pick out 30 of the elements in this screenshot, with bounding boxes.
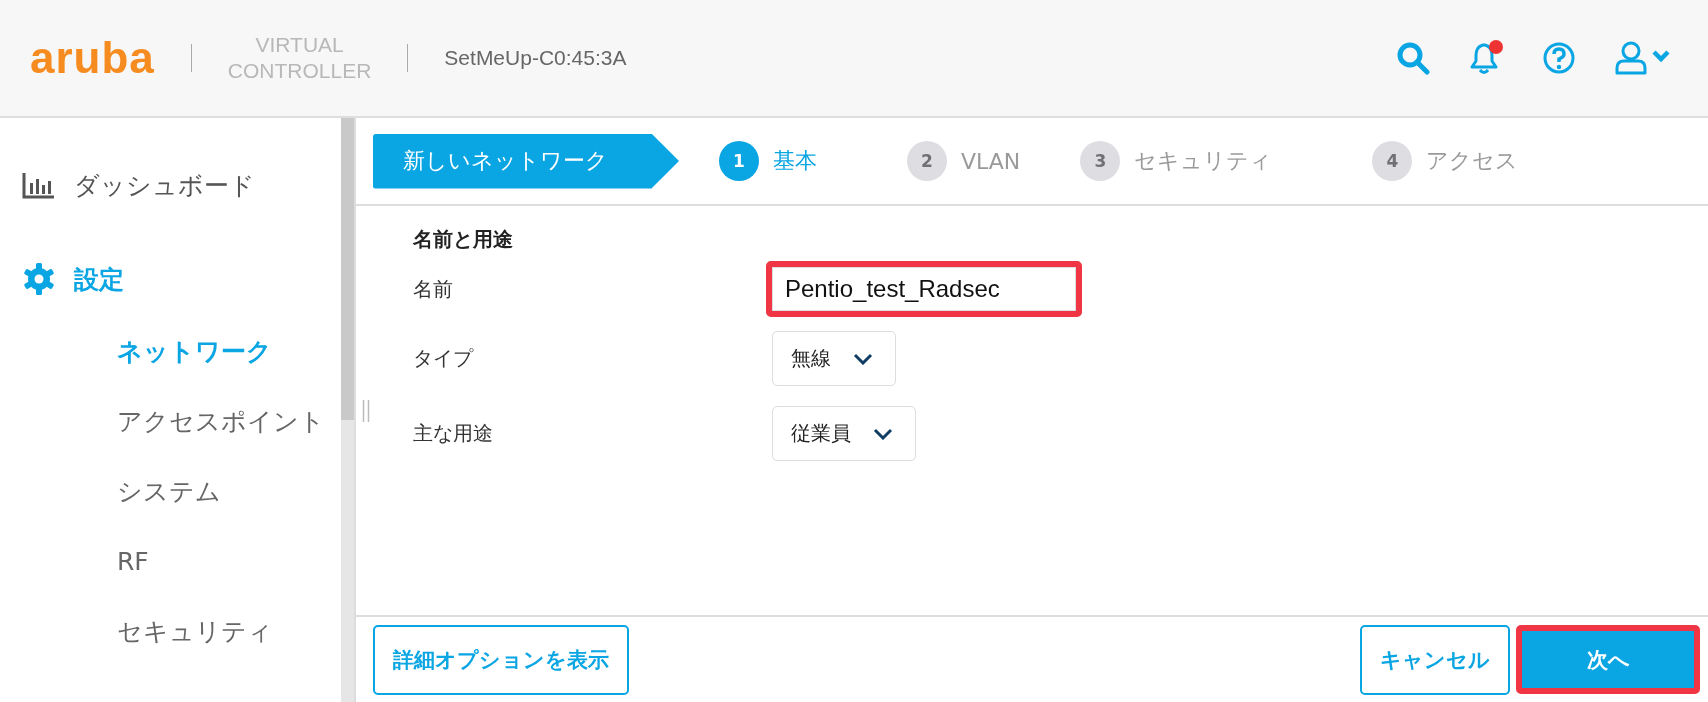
outline-button[interactable]: キャンセル bbox=[1360, 624, 1510, 695]
section-title: 名前と用途 bbox=[413, 226, 514, 253]
bar-chart-icon bbox=[22, 171, 56, 199]
dropdown-select[interactable]: 従業員 bbox=[772, 406, 916, 461]
field-label: 主な用途 bbox=[413, 420, 494, 447]
device-name: SetMeUp-C0:45:3A bbox=[444, 46, 627, 70]
field-label: タイプ bbox=[413, 345, 475, 372]
sidebar-item[interactable]: ダッシュボード bbox=[0, 156, 341, 214]
next-button[interactable]: 次へ bbox=[1522, 631, 1694, 688]
outline-button[interactable]: 詳細オプションを表示 bbox=[373, 624, 629, 695]
sidebar-item[interactable]: 設定 bbox=[0, 250, 341, 308]
gear-icon bbox=[22, 262, 56, 296]
logo: aruba bbox=[30, 33, 155, 83]
name-input-field[interactable]: Pentio_test_Radsec bbox=[772, 267, 1076, 311]
wizard-step[interactable]: 3 セキュリティ bbox=[1080, 141, 1273, 181]
field-label: 名前 bbox=[413, 275, 454, 303]
chevron-down-icon bbox=[873, 427, 893, 440]
help-icon[interactable] bbox=[1542, 41, 1576, 75]
user-menu-icon[interactable] bbox=[1614, 40, 1672, 76]
wizard-step[interactable]: 2 VLAN bbox=[907, 141, 1021, 181]
dropdown-select[interactable]: 無線 bbox=[772, 331, 896, 386]
wizard-step[interactable]: 1 基本 bbox=[719, 141, 817, 181]
bell-icon[interactable] bbox=[1468, 39, 1504, 77]
product-name: VIRTUAL CONTROLLER bbox=[227, 32, 372, 84]
wizard-step[interactable]: 4 アクセス bbox=[1372, 141, 1519, 181]
resize-handle-icon[interactable] bbox=[362, 400, 370, 422]
scrollbar-thumb[interactable] bbox=[341, 118, 354, 420]
wizard-title-banner: 新しいネットワーク bbox=[373, 133, 679, 189]
chevron-down-icon bbox=[853, 352, 873, 365]
search-icon[interactable] bbox=[1396, 41, 1430, 75]
